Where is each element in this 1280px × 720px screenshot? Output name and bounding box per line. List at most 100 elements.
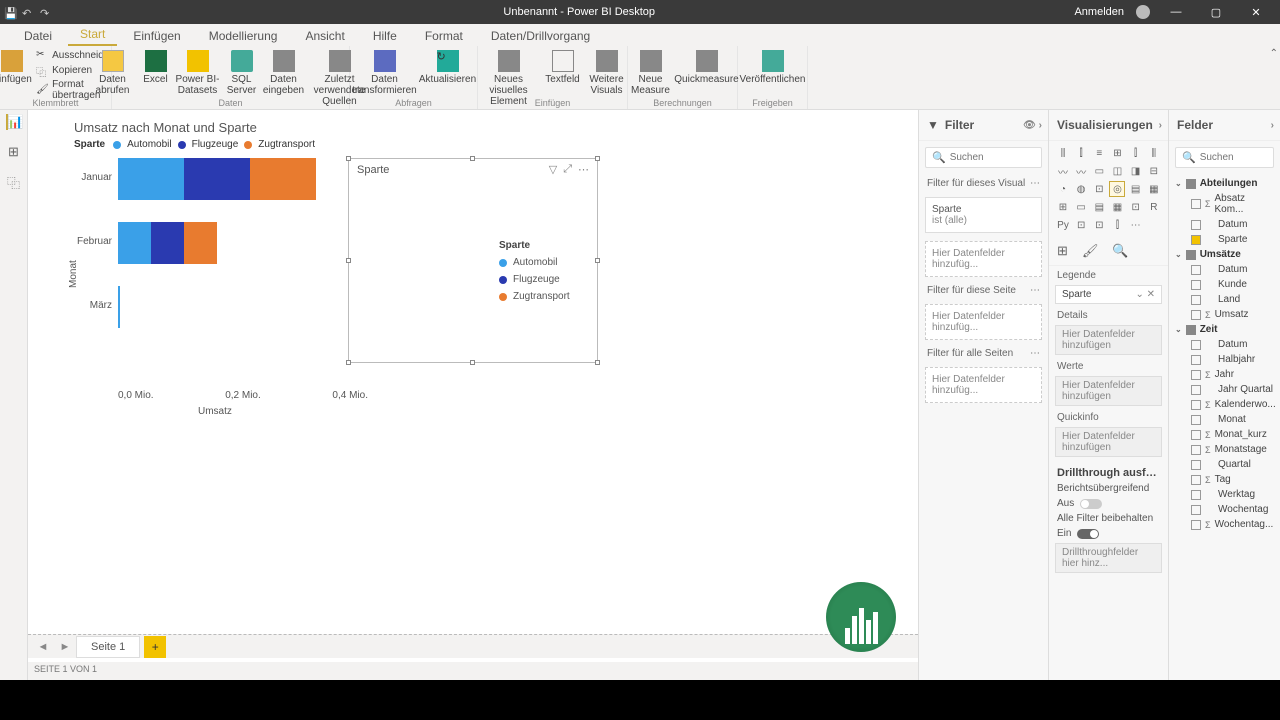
field-item[interactable]: Halbjahr xyxy=(1173,352,1276,367)
save-icon[interactable]: 💾 xyxy=(4,7,14,17)
field-item[interactable]: ΣTag xyxy=(1173,472,1276,487)
tab-datei[interactable]: Datei xyxy=(12,26,64,46)
fields-tab-icon[interactable]: ⊞ xyxy=(1057,243,1068,259)
viz-type-icon[interactable]: ◎ xyxy=(1109,181,1125,197)
slicer-visual[interactable]: Sparte ▽ ⤢ ⋯ Sparte Automobil Flugzeuge … xyxy=(348,158,598,363)
viz-type-icon[interactable]: ▦ xyxy=(1146,181,1162,197)
viz-type-icon[interactable]: ⫿ xyxy=(1128,145,1144,161)
viz-type-icon[interactable]: ⫼ xyxy=(1055,145,1071,161)
minimize-button[interactable]: — xyxy=(1162,6,1190,18)
prev-page-icon[interactable]: ◄ xyxy=(32,641,54,653)
paste-button[interactable]: Einfügen xyxy=(0,48,30,85)
sql-server-button[interactable]: SQL Server xyxy=(224,48,260,96)
viz-type-icon[interactable]: ⊟ xyxy=(1146,163,1162,179)
viz-type-icon[interactable]: ⋯ xyxy=(1128,217,1144,233)
report-view-icon[interactable]: 📊 xyxy=(6,114,22,130)
add-page-button[interactable]: + xyxy=(144,636,166,658)
viz-type-icon[interactable]: ⊡ xyxy=(1091,217,1107,233)
focus-icon[interactable]: ⤢ xyxy=(563,163,572,176)
more-icon[interactable]: ⋯ xyxy=(578,163,589,176)
viz-type-icon[interactable]: 〰 xyxy=(1073,163,1089,179)
filter-icon[interactable]: ▽ xyxy=(549,163,557,176)
viz-type-icon[interactable]: ◨ xyxy=(1128,163,1144,179)
field-item[interactable]: ΣWochentag... xyxy=(1173,517,1276,532)
fields-search[interactable]: 🔍 xyxy=(1175,147,1274,168)
filter-card[interactable]: Sparte ist (alle) xyxy=(925,197,1042,233)
tab-einfuegen[interactable]: Einfügen xyxy=(121,26,192,46)
ribbon-collapse-icon[interactable]: ⌃ xyxy=(1270,48,1278,59)
tab-daten-drill[interactable]: Daten/Drillvorgang xyxy=(479,26,602,46)
collapse-icon[interactable]: › xyxy=(1159,120,1162,131)
get-data-button[interactable]: Daten abrufen xyxy=(90,48,136,96)
slicer-item[interactable]: Zugtransport xyxy=(499,291,597,302)
textbox-button[interactable]: Textfeld xyxy=(543,48,583,85)
viz-type-icon[interactable]: ⫼ xyxy=(1146,145,1162,161)
field-item[interactable]: Jahr Quartal xyxy=(1173,382,1276,397)
tab-ansicht[interactable]: Ansicht xyxy=(293,26,356,46)
legend-well[interactable]: Sparte⌄ ✕ xyxy=(1055,285,1162,304)
tab-hilfe[interactable]: Hilfe xyxy=(361,26,409,46)
model-view-icon[interactable]: ⿻ xyxy=(6,174,22,190)
field-item[interactable]: ΣAbsatz Kom... xyxy=(1173,191,1276,217)
filter-dropzone[interactable]: Hier Datenfelder hinzufüg... xyxy=(925,304,1042,340)
viz-type-icon[interactable]: ⫿ xyxy=(1073,145,1089,161)
viz-type-icon[interactable]: Py xyxy=(1055,217,1071,233)
viz-type-icon[interactable]: ⊡ xyxy=(1073,217,1089,233)
field-item[interactable]: ΣMonat_kurz xyxy=(1173,427,1276,442)
close-button[interactable]: ✕ xyxy=(1242,6,1270,19)
filter-dropzone[interactable]: Hier Datenfelder hinzufüg... xyxy=(925,241,1042,277)
undo-icon[interactable]: ↶ xyxy=(22,7,32,17)
maximize-button[interactable]: ▢ xyxy=(1202,6,1230,19)
viz-type-icon[interactable]: ◫ xyxy=(1109,163,1125,179)
field-item[interactable]: Datum xyxy=(1173,262,1276,277)
table-header[interactable]: ⌄Umsätze xyxy=(1173,247,1276,262)
collapse-icon[interactable]: › xyxy=(1039,120,1042,131)
table-header[interactable]: ⌄Abteilungen xyxy=(1173,176,1276,191)
viz-type-icon[interactable]: ▤ xyxy=(1091,199,1107,215)
field-item[interactable]: Wochentag xyxy=(1173,502,1276,517)
slicer-item[interactable]: Automobil xyxy=(499,257,597,268)
next-page-icon[interactable]: ► xyxy=(54,641,76,653)
bar-chart[interactable]: JanuarFebruarMärz xyxy=(118,158,338,328)
viz-type-icon[interactable]: ⫿ xyxy=(1109,217,1125,233)
viz-type-icon[interactable]: ◍ xyxy=(1073,181,1089,197)
table-header[interactable]: ⌄Zeit xyxy=(1173,322,1276,337)
more-visuals-button[interactable]: Weitere Visuals xyxy=(587,48,627,96)
field-item[interactable]: Kunde xyxy=(1173,277,1276,292)
viz-type-icon[interactable]: ⊞ xyxy=(1109,145,1125,161)
keep-filters-toggle[interactable]: Ein xyxy=(1049,526,1168,541)
slicer-item[interactable]: Flugzeuge xyxy=(499,274,597,285)
tab-modellierung[interactable]: Modellierung xyxy=(197,26,290,46)
signin-link[interactable]: Anmelden xyxy=(1074,6,1124,18)
field-item[interactable]: Land xyxy=(1173,292,1276,307)
format-tab-icon[interactable]: 🖌 xyxy=(1082,243,1099,259)
more-icon[interactable]: ⋯ xyxy=(1030,178,1040,189)
filter-search[interactable]: 🔍 xyxy=(925,147,1042,168)
field-item[interactable]: Werktag xyxy=(1173,487,1276,502)
transform-data-button[interactable]: Daten transformieren xyxy=(353,48,417,96)
pbi-datasets-button[interactable]: Power BI-Datasets xyxy=(176,48,220,96)
field-item[interactable]: Datum xyxy=(1173,337,1276,352)
drill-fields-well[interactable]: Drillthroughfelder hier hinz... xyxy=(1055,543,1162,573)
report-canvas[interactable]: Umsatz nach Monat und Sparte Sparte Auto… xyxy=(28,110,918,680)
viz-type-icon[interactable]: ≡ xyxy=(1091,145,1107,161)
field-item[interactable]: ΣUmsatz xyxy=(1173,307,1276,322)
new-measure-button[interactable]: Neue Measure xyxy=(629,48,673,96)
redo-icon[interactable]: ↷ xyxy=(40,7,50,17)
viz-type-icon[interactable]: ◔ xyxy=(1055,181,1071,197)
field-item[interactable]: Monat xyxy=(1173,412,1276,427)
publish-button[interactable]: Veröffentlichen xyxy=(743,48,803,85)
field-item[interactable]: ΣJahr xyxy=(1173,367,1276,382)
collapse-icon[interactable]: › xyxy=(1271,120,1274,131)
more-icon[interactable]: ⋯ xyxy=(1030,285,1040,296)
field-item[interactable]: Quartal xyxy=(1173,457,1276,472)
tab-format[interactable]: Format xyxy=(413,26,475,46)
filter-dropzone[interactable]: Hier Datenfelder hinzufüg... xyxy=(925,367,1042,403)
field-item[interactable]: ΣMonatstage xyxy=(1173,442,1276,457)
more-icon[interactable]: ⋯ xyxy=(1030,348,1040,359)
refresh-button[interactable]: ↻Aktualisieren xyxy=(421,48,475,85)
viz-type-icon[interactable]: ▭ xyxy=(1091,163,1107,179)
tab-start[interactable]: Start xyxy=(68,24,117,46)
tooltip-well[interactable]: Hier Datenfelder hinzufügen xyxy=(1055,427,1162,457)
viz-type-icon[interactable]: R xyxy=(1146,199,1162,215)
